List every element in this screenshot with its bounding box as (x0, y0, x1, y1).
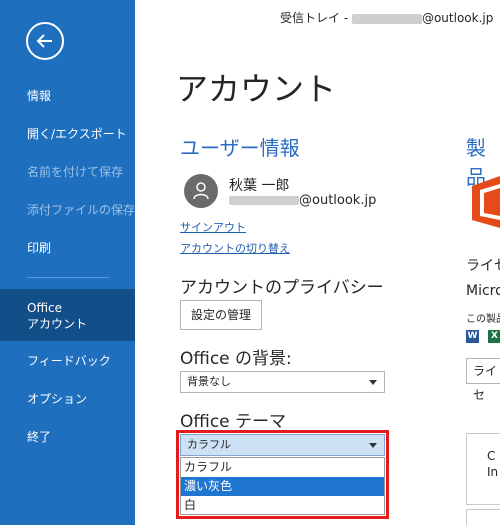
product-name: Micro (466, 283, 500, 299)
user-email: @outlook.jp (229, 193, 376, 208)
product-contains-label: この製品 (466, 314, 500, 325)
redacted-email (351, 13, 422, 24)
theme-options-list: カラフル 濃い灰色 白 (180, 457, 385, 515)
product-tile[interactable] (466, 509, 500, 525)
sidebar-item-office-account[interactable]: Office アカウント (0, 289, 135, 341)
sidebar-item-save-as[interactable]: 名前を付けて保存 (0, 164, 135, 180)
update-options-tile[interactable]: C In (466, 433, 500, 505)
sidebar: 情報 開く/エクスポート 名前を付けて保存 添付ファイルの保存 印刷 Offic… (0, 0, 135, 525)
window-title: 受信トレイ - @outlook.jp (280, 11, 494, 25)
avatar (184, 174, 218, 208)
office-logo-icon (472, 176, 500, 228)
arrow-left-icon (36, 34, 52, 48)
license-button[interactable]: ライセ (466, 358, 500, 402)
sidebar-item-info[interactable]: 情報 (0, 88, 135, 104)
manage-settings-button[interactable]: 設定の管理 (180, 300, 262, 330)
background-select[interactable]: 背景なし (180, 371, 385, 393)
theme-option-dark-gray[interactable]: 濃い灰色 (181, 477, 384, 496)
theme-option-colorful[interactable]: カラフル (181, 458, 384, 477)
background-heading: Office の背景: (180, 349, 292, 369)
theme-heading: Office テーマ (180, 412, 287, 432)
page-title: アカウント (176, 70, 337, 108)
chevron-down-icon (369, 380, 377, 385)
sidebar-item-save-attachments[interactable]: 添付ファイルの保存 (0, 202, 135, 218)
sidebar-item-feedback[interactable]: フィードバック (0, 353, 135, 369)
theme-select[interactable]: カラフル (180, 434, 385, 456)
privacy-heading: アカウントのプライバシー (180, 278, 384, 298)
license-label: ライセ (466, 258, 500, 274)
user-name: 秋葉 一郎 (229, 178, 290, 194)
back-button[interactable] (26, 22, 64, 60)
user-info-heading: ユーザー情報 (180, 136, 300, 160)
sign-out-link[interactable]: サインアウト (180, 219, 246, 235)
sidebar-divider (27, 277, 109, 278)
excel-icon: X (488, 330, 500, 343)
person-icon (193, 182, 209, 200)
switch-account-link[interactable]: アカウントの切り替え (180, 240, 290, 256)
chevron-down-icon (369, 443, 377, 448)
redacted-email (229, 196, 299, 205)
sidebar-item-print[interactable]: 印刷 (0, 240, 135, 256)
theme-option-white[interactable]: 白 (181, 496, 384, 515)
sidebar-item-exit[interactable]: 終了 (0, 429, 135, 445)
sidebar-item-options[interactable]: オプション (0, 391, 135, 407)
sidebar-item-open-export[interactable]: 開く/エクスポート (0, 126, 135, 142)
word-icon: W (466, 330, 479, 343)
